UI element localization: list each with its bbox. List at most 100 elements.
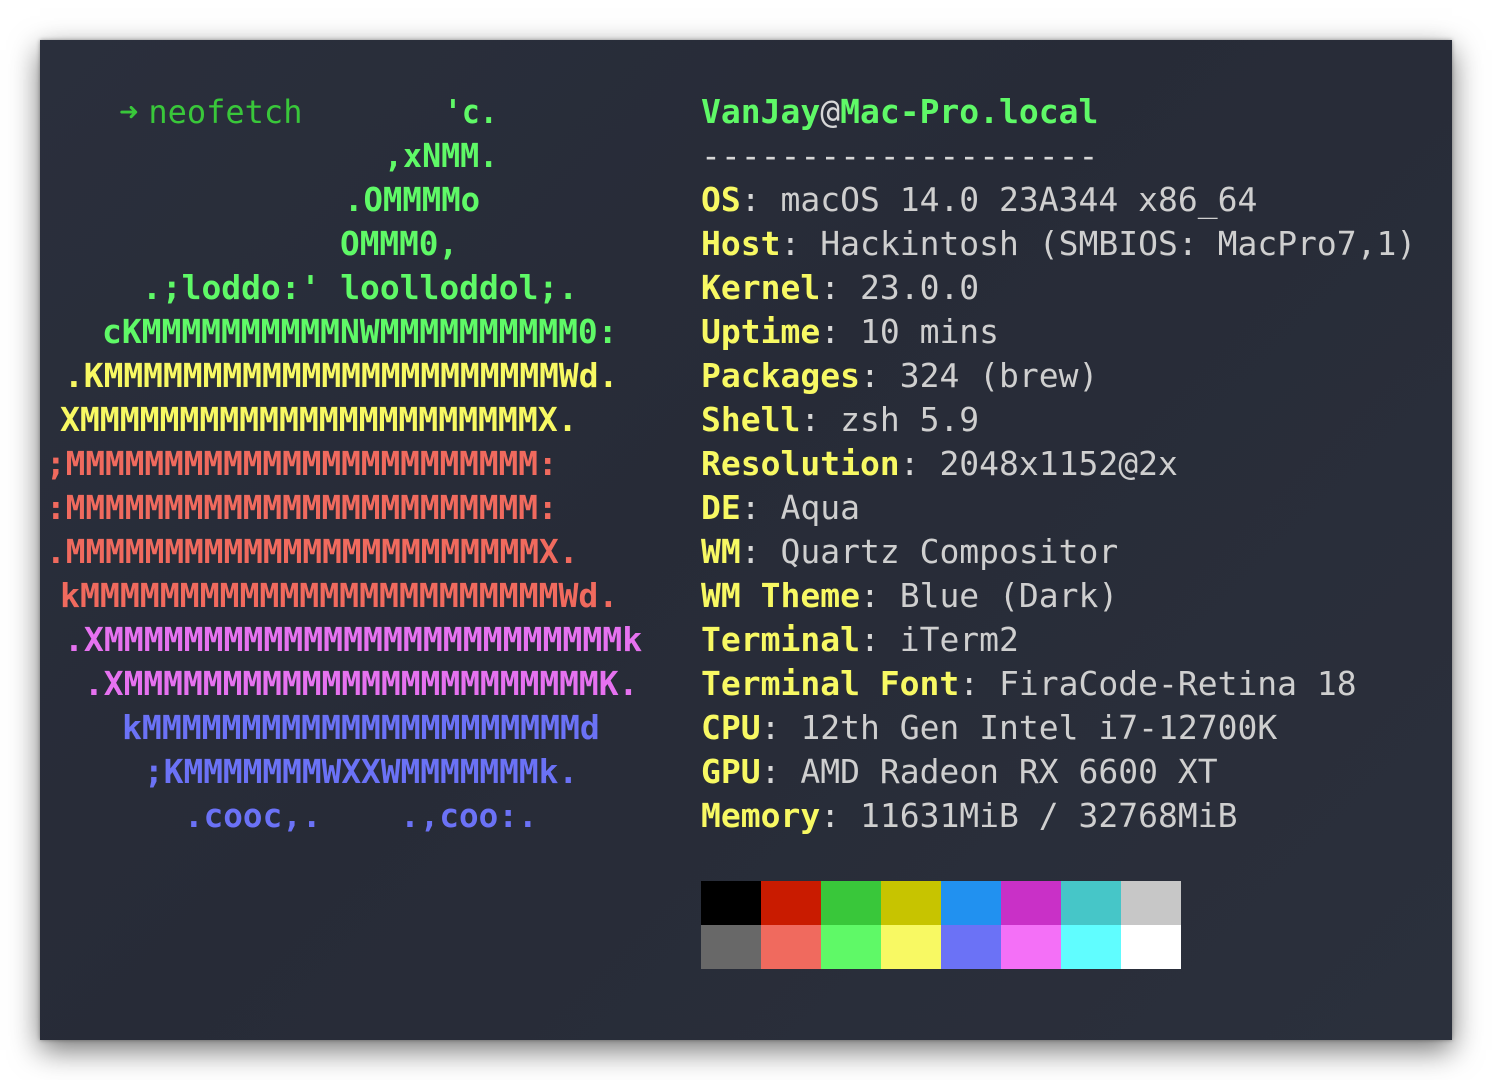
color-swatch-bright-0 (701, 925, 761, 969)
info-colon: : (820, 796, 860, 835)
info-key: Shell (701, 400, 801, 439)
info-row: DE: Aqua (701, 486, 860, 530)
info-value: 2048x1152@2x (939, 444, 1178, 483)
info-row: Uptime: 10 mins (701, 310, 999, 354)
info-colon: : (800, 400, 841, 439)
color-swatch-bright-5 (1001, 925, 1061, 969)
info-value: AMD Radeon RX 6600 XT (800, 752, 1218, 791)
info-value: Hackintosh (SMBIOS: MacPro7,1) (820, 224, 1417, 263)
info-colon: : (859, 576, 900, 615)
logo-line: OMMM0, (340, 224, 459, 263)
logo-line: .OMMMMo (344, 180, 481, 219)
color-swatch-normal-2 (821, 881, 881, 925)
info-host: Mac-Pro.local (840, 92, 1099, 131)
color-swatch-bright-6 (1061, 925, 1121, 969)
color-swatch-normal-1 (761, 881, 821, 925)
info-key: DE (701, 488, 741, 527)
info-row: Terminal: iTerm2 (701, 618, 1019, 662)
info-at: @ (820, 92, 841, 131)
info-row: CPU: 12th Gen Intel i7-12700K (701, 706, 1277, 750)
info-row: Resolution: 2048x1152@2x (701, 442, 1178, 486)
color-swatch-normal-3 (881, 881, 941, 925)
logo-line: ;MMMMMMMMMMMMMMMMMMMMMMMM: (46, 444, 558, 483)
info-key: Resolution (701, 444, 900, 483)
info-row: WM Theme: Blue (Dark) (701, 574, 1118, 618)
color-swatch-bright-3 (881, 925, 941, 969)
prompt-command: neofetch (148, 93, 303, 131)
info-separator: -------------------- (701, 136, 1099, 175)
info-colon: : (780, 224, 821, 263)
logo-line: .XMMMMMMMMMMMMMMMMMMMMMMMMMMk (64, 620, 643, 659)
info-value: FiraCode-Retina 18 (999, 664, 1357, 703)
info-key: Kernel (701, 268, 821, 307)
info-key: Host (701, 224, 781, 263)
color-swatch-normal-7 (1121, 881, 1181, 925)
color-palette (701, 881, 1181, 969)
info-colon: : (820, 312, 860, 351)
info-value: macOS 14.0 23A344 x86_64 (780, 180, 1258, 219)
info-value: Quartz Compositor (780, 532, 1119, 571)
info-row: Terminal Font: FiraCode-Retina 18 (701, 662, 1357, 706)
info-colon: : (899, 444, 940, 483)
info-row: Shell: zsh 5.9 (701, 398, 979, 442)
color-swatch-normal-0 (701, 881, 761, 925)
info-row: Packages: 324 (brew) (701, 354, 1098, 398)
info-key: WM (701, 532, 741, 571)
color-swatch-bright-2 (821, 925, 881, 969)
color-swatch-normal-4 (941, 881, 1001, 925)
logo-line: kMMMMMMMMMMMMMMMMMMMMMMMMWd. (60, 576, 619, 615)
logo-line: :MMMMMMMMMMMMMMMMMMMMMMMM: (46, 488, 558, 527)
info-colon: : (760, 708, 801, 747)
info-key: Uptime (701, 312, 821, 351)
info-value: 10 mins (859, 312, 1000, 351)
info-key: GPU (701, 752, 761, 791)
logo-line: .;loddo:' loolloddol;. (142, 268, 579, 307)
info-row: OS: macOS 14.0 23A344 x86_64 (701, 178, 1257, 222)
info-row: WM: Quartz Compositor (701, 530, 1118, 574)
info-colon: : (859, 356, 900, 395)
info-colon: : (859, 620, 900, 659)
prompt-line: ➜ neofetch (42, 46, 302, 131)
color-swatch-normal-6 (1061, 881, 1121, 925)
info-key: OS (701, 180, 741, 219)
info-row: GPU: AMD Radeon RX 6600 XT (701, 750, 1218, 794)
info-value: 23.0.0 (859, 268, 980, 307)
info-colon: : (959, 664, 1000, 703)
color-swatch-normal-5 (1001, 881, 1061, 925)
info-row: Host: Hackintosh (SMBIOS: MacPro7,1) (701, 222, 1416, 266)
terminal-window[interactable]: ➜ neofetch 'c. ,xNMM. .OMMMMo OMMM0, .;loddo:… (40, 40, 1452, 1040)
info-value: Blue (Dark) (899, 576, 1119, 615)
logo-line: .KMMMMMMMMMMMMMMMMMMMMMMMWd. (64, 356, 619, 395)
color-swatch-bright-7 (1121, 925, 1181, 969)
logo-line: cKMMMMMMMMMMNWMMMMMMMMMM0: (102, 312, 618, 351)
logo-line: .cooc,. .,coo:. (184, 796, 538, 835)
info-value: 12th Gen Intel i7-12700K (800, 708, 1278, 747)
info-title: VanJay@Mac-Pro.local (701, 90, 1098, 134)
info-key: Packages (701, 356, 860, 395)
logo-line: kMMMMMMMMMMMMMMMMMMMMMMd (122, 708, 600, 747)
info-value: zsh 5.9 (840, 400, 980, 439)
info-colon: : (820, 268, 860, 307)
info-user: VanJay (701, 92, 821, 131)
logo-line: XMMMMMMMMMMMMMMMMMMMMMMMX. (60, 400, 578, 439)
logo-line: 'c. (444, 92, 498, 131)
logo-line: .MMMMMMMMMMMMMMMMMMMMMMMMX. (46, 532, 579, 571)
info-row: Memory: 11631MiB / 32768MiB (701, 794, 1237, 838)
logo-line: .XMMMMMMMMMMMMMMMMMMMMMMMMK. (84, 664, 639, 703)
color-swatch-bright-1 (761, 925, 821, 969)
info-value: 324 (brew) (899, 356, 1099, 395)
info-key: CPU (701, 708, 761, 747)
info-key: Memory (701, 796, 821, 835)
info-colon: : (740, 488, 781, 527)
info-value: Aqua (780, 488, 860, 527)
logo-line: ,xNMM. (384, 136, 499, 175)
info-row: Kernel: 23.0.0 (701, 266, 979, 310)
info-colon: : (760, 752, 801, 791)
info-value: iTerm2 (899, 620, 1019, 659)
info-key: Terminal (701, 620, 860, 659)
prompt-arrow-icon: ➜ (119, 93, 139, 131)
logo-line: ;KMMMMMMMWXXWMMMMMMMk. (144, 752, 579, 791)
info-value: 11631MiB / 32768MiB (859, 796, 1238, 835)
info-key: Terminal Font (701, 664, 960, 703)
color-swatch-bright-4 (941, 925, 1001, 969)
